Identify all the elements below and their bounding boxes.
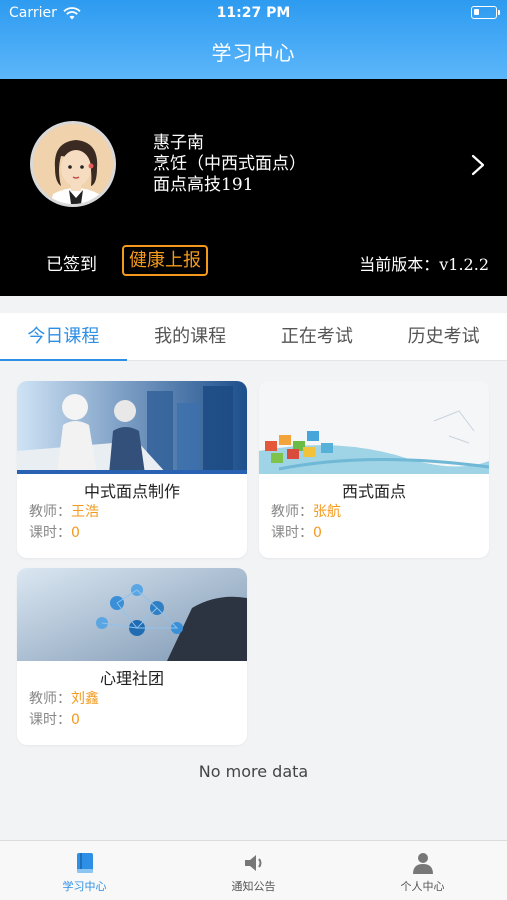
tabbar-item-study[interactable]: 学习中心 bbox=[0, 841, 169, 900]
list-end-message: No more data bbox=[198, 762, 309, 781]
profile-panel[interactable]: 惠子南 烹饪（中西式面点） 面点高技191 已签到 健康上报 当前版本：v1.2… bbox=[0, 79, 507, 296]
signin-status: 已签到 bbox=[46, 255, 97, 275]
course-tabs: 今日课程 我的课程 正在考试 历史考试 bbox=[0, 313, 507, 361]
tabbar-item-profile[interactable]: 个人中心 bbox=[338, 841, 507, 900]
avatar-illustration-icon bbox=[33, 124, 113, 204]
course-teacher: 教师：张航 bbox=[259, 502, 489, 523]
course-hours: 课时：0 bbox=[17, 523, 247, 544]
student-name: 惠子南 bbox=[153, 133, 204, 153]
teacher-name: 王浩 bbox=[71, 504, 99, 520]
version-value: v1.2.2 bbox=[439, 255, 489, 274]
student-info: 惠子南 烹饪（中西式面点） 面点高技191 bbox=[153, 133, 306, 196]
health-report-button[interactable]: 健康上报 bbox=[122, 245, 208, 276]
tabbar-label: 通知公告 bbox=[231, 880, 276, 893]
course-title: 中式面点制作 bbox=[83, 482, 180, 501]
page-title: 学习中心 bbox=[211, 41, 296, 65]
student-class: 面点高技191 bbox=[153, 175, 254, 195]
course-card[interactable]: 西式面点 教师：张航 课时：0 bbox=[259, 381, 489, 558]
course-teacher: 教师：王浩 bbox=[17, 502, 247, 523]
app-header: Carrier 11:27 PM 学习中心 bbox=[0, 0, 507, 79]
course-thumbnail bbox=[17, 568, 247, 661]
course-hours: 课时：0 bbox=[17, 710, 247, 731]
speaker-icon bbox=[244, 855, 261, 871]
chevron-right-icon[interactable] bbox=[471, 154, 485, 176]
status-bar: Carrier 11:27 PM bbox=[0, 0, 507, 28]
student-major: 烹饪（中西式面点） bbox=[153, 154, 306, 174]
course-thumbnail bbox=[17, 381, 247, 474]
teacher-name: 刘鑫 bbox=[71, 691, 99, 707]
status-time: 11:27 PM bbox=[216, 5, 291, 21]
book-icon bbox=[76, 853, 93, 873]
course-thumbnail bbox=[259, 381, 489, 474]
app-version: 当前版本：v1.2.2 bbox=[359, 251, 489, 275]
teacher-label: 教师： bbox=[271, 504, 313, 520]
teacher-label: 教师： bbox=[29, 691, 71, 707]
hours-value: 0 bbox=[71, 525, 80, 541]
course-title: 西式面点 bbox=[341, 482, 406, 501]
tabbar-item-notices[interactable]: 通知公告 bbox=[169, 841, 338, 900]
hours-value: 0 bbox=[313, 525, 322, 541]
tabbar-label: 个人中心 bbox=[400, 880, 445, 893]
teacher-name: 张航 bbox=[313, 504, 341, 520]
course-hours: 课时：0 bbox=[259, 523, 489, 544]
battery-icon bbox=[471, 6, 500, 19]
hours-label: 课时： bbox=[29, 712, 71, 728]
hours-value: 0 bbox=[71, 712, 80, 728]
hours-label: 课时： bbox=[29, 525, 71, 541]
course-card[interactable]: 心理社团 教师：刘鑫 课时：0 bbox=[17, 568, 247, 745]
course-title: 心理社团 bbox=[99, 669, 164, 688]
hours-label: 课时： bbox=[271, 525, 313, 541]
course-teacher: 教师：刘鑫 bbox=[17, 689, 247, 710]
course-card[interactable]: 中式面点制作 教师：王浩 课时：0 bbox=[17, 381, 247, 558]
teacher-label: 教师： bbox=[29, 504, 71, 520]
avatar[interactable] bbox=[30, 121, 116, 207]
tab-exam-history[interactable]: 历史考试 bbox=[380, 313, 507, 360]
tab-today-courses[interactable]: 今日课程 bbox=[0, 313, 127, 361]
bottom-tab-bar: 学习中心 通知公告 个人中心 bbox=[0, 840, 507, 900]
version-label: 当前版本： bbox=[359, 255, 440, 274]
tab-ongoing-exams[interactable]: 正在考试 bbox=[254, 313, 381, 360]
tab-my-courses[interactable]: 我的课程 bbox=[127, 313, 254, 360]
tabbar-label: 学习中心 bbox=[62, 880, 107, 893]
person-icon bbox=[412, 853, 433, 874]
